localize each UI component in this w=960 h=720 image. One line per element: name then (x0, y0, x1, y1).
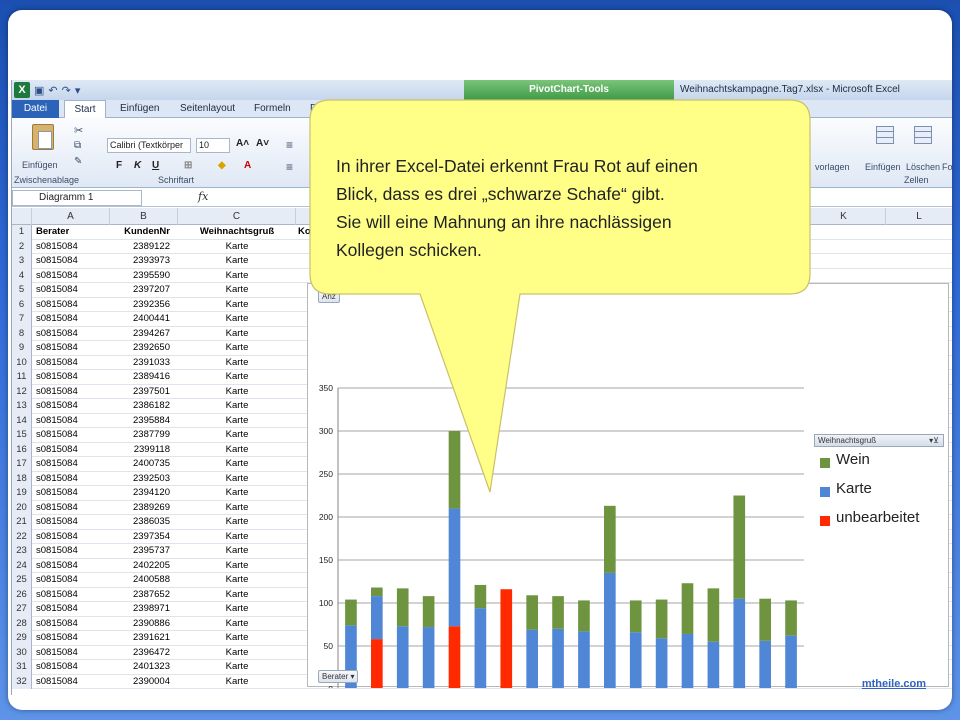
slide: X ▣ ↶ ↷ ▾ PivotChart-Tools Weihnachtskam… (8, 10, 952, 710)
callout-line: In ihrer Excel-Datei erkennt Frau Rot au… (336, 156, 698, 176)
callout-line: Blick, dass es drei „schwarze Schafe“ gi… (336, 184, 665, 204)
callout-line: Sie will eine Mahnung an ihre nachlässig… (336, 212, 672, 232)
speech-bubble (309, 99, 811, 493)
footer-link[interactable]: mtheile.com (862, 678, 926, 690)
callout-text: In ihrer Excel-Datei erkennt Frau Rot au… (336, 152, 806, 264)
callout-line: Kollegen schicken. (336, 240, 482, 260)
